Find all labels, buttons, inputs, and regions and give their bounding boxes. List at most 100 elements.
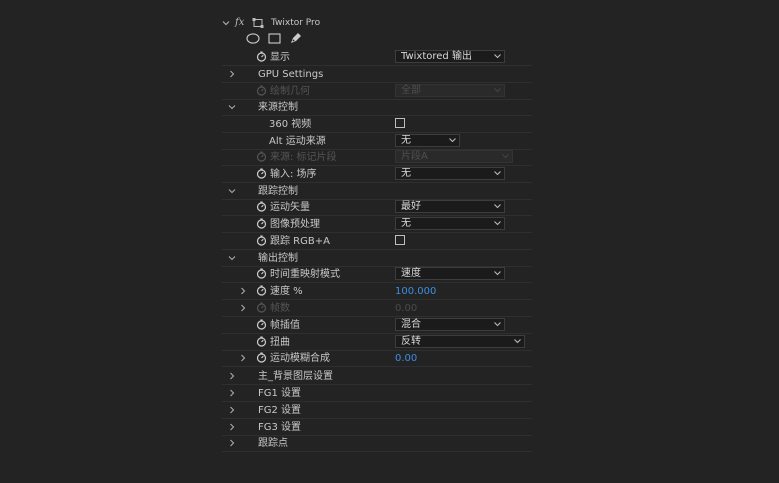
- chevron-down-icon[interactable]: [222, 19, 230, 27]
- param-row-trackpts[interactable]: 跟踪点: [222, 435, 532, 452]
- param-row-main_bg[interactable]: 主_背景图层设置: [222, 368, 532, 385]
- stopwatch-icon[interactable]: [256, 168, 267, 179]
- param-number[interactable]: 0.00: [395, 352, 417, 365]
- param-label: FG3 设置: [258, 422, 302, 433]
- chevron-down-icon: [494, 203, 501, 209]
- param-label: 输入: 场序: [270, 169, 317, 180]
- stopwatch-icon[interactable]: [256, 352, 267, 363]
- param-label: 运动模糊合成: [270, 353, 330, 364]
- stopwatch-icon[interactable]: [256, 336, 267, 347]
- chevron-down-icon: [514, 338, 521, 344]
- dropdown-value: 无: [401, 135, 411, 146]
- chevron-down-icon[interactable]: [228, 254, 236, 262]
- param-row-fg3[interactable]: FG3 设置: [222, 419, 532, 436]
- dropdown-value: 反转: [401, 336, 421, 347]
- param-label: GPU Settings: [258, 69, 324, 80]
- chevron-right-icon[interactable]: [228, 389, 236, 397]
- param-label: 主_背景图层设置: [258, 371, 333, 382]
- param-dropdown[interactable]: 速度: [395, 267, 505, 280]
- param-dropdown[interactable]: 无: [395, 167, 505, 180]
- param-row-warp[interactable]: 扭曲 反转: [222, 334, 532, 351]
- dropdown-value: 片段A: [401, 151, 428, 162]
- param-row-input_field[interactable]: 输入: 场序 无: [222, 166, 532, 183]
- param-row-fg1[interactable]: FG1 设置: [222, 385, 532, 402]
- stopwatch-icon[interactable]: [256, 235, 267, 246]
- param-checkbox[interactable]: [395, 118, 405, 128]
- param-row-out_ctrl[interactable]: 输出控制: [222, 250, 532, 267]
- param-dropdown: 片段A: [395, 150, 513, 163]
- chevron-right-icon[interactable]: [239, 287, 247, 295]
- param-row-display[interactable]: 显示 Twixtored 输出: [222, 49, 532, 66]
- param-row-source_ctrl[interactable]: 来源控制: [222, 99, 532, 116]
- param-label: 360 视频: [269, 119, 312, 130]
- param-label: 跟踪 RGB+A: [270, 236, 330, 247]
- param-dropdown[interactable]: 最好: [395, 200, 505, 213]
- param-label: 输出控制: [258, 253, 298, 264]
- param-dropdown[interactable]: 反转: [395, 335, 525, 348]
- chevron-right-icon[interactable]: [228, 423, 236, 431]
- param-row-alt_src[interactable]: Alt 运动来源 无: [222, 133, 532, 150]
- param-number[interactable]: 100.000: [395, 285, 436, 298]
- chevron-down-icon: [494, 170, 501, 176]
- param-dropdown[interactable]: 无: [395, 217, 505, 230]
- effect-controls-panel: fx Twixtor Pro 显示 Twixtored 输出 GPU Setting…: [0, 0, 779, 483]
- param-number: 0.00: [395, 303, 418, 314]
- param-dropdown[interactable]: 混合: [395, 318, 505, 331]
- chevron-right-icon[interactable]: [239, 354, 247, 362]
- param-label: 运动矢量: [270, 202, 310, 213]
- chevron-down-icon: [494, 270, 501, 276]
- chevron-right-icon[interactable]: [228, 406, 236, 414]
- param-row-speed[interactable]: 速度 % 100.000: [222, 283, 532, 300]
- ellipse-mask-icon[interactable]: [246, 33, 260, 44]
- chevron-right-icon[interactable]: [239, 304, 247, 312]
- pen-mask-icon[interactable]: [289, 32, 302, 45]
- param-row-track_rgba[interactable]: 跟踪 RGB+A: [222, 233, 532, 250]
- param-dropdown[interactable]: 无: [395, 134, 460, 147]
- effect-name: Twixtor Pro: [271, 18, 321, 28]
- stopwatch-icon[interactable]: [256, 218, 267, 229]
- effect-header[interactable]: fx Twixtor Pro: [222, 15, 532, 32]
- param-row-track_ctrl[interactable]: 跟踪控制: [222, 183, 532, 200]
- chevron-down-icon[interactable]: [228, 103, 236, 111]
- rectangle-mask-icon[interactable]: [268, 33, 281, 44]
- param-row-motion_vec[interactable]: 运动矢量 最好: [222, 199, 532, 216]
- param-dropdown[interactable]: Twixtored 输出: [395, 50, 505, 63]
- param-label: 来源: 标记片段: [270, 152, 337, 163]
- fx-icon[interactable]: fx: [235, 16, 244, 29]
- stopwatch-icon: [256, 85, 267, 96]
- param-checkbox[interactable]: [395, 235, 405, 245]
- param-row-gpu[interactable]: GPU Settings: [222, 66, 532, 83]
- chevron-down-icon: [494, 87, 501, 93]
- stopwatch-icon[interactable]: [256, 319, 267, 330]
- stopwatch-icon[interactable]: [256, 268, 267, 279]
- param-row-src_mark[interactable]: 来源: 标记片段 片段A: [222, 149, 532, 166]
- param-row-interp[interactable]: 帧插值 混合: [222, 317, 532, 334]
- stopwatch-icon[interactable]: [256, 285, 267, 296]
- stopwatch-icon[interactable]: [256, 51, 267, 62]
- chevron-right-icon[interactable]: [228, 439, 236, 447]
- dropdown-value: 速度: [401, 268, 421, 279]
- dropdown-value: 无: [401, 168, 411, 179]
- param-row-remap_mode[interactable]: 时间重映射模式 速度: [222, 266, 532, 283]
- param-label: 帧插值: [270, 320, 300, 331]
- dropdown-value: 最好: [401, 201, 421, 212]
- param-row-draw_geom[interactable]: 绘制几何 全部: [222, 83, 532, 100]
- param-row-mblur[interactable]: 运动模糊合成 0.00: [222, 350, 532, 367]
- stopwatch-icon[interactable]: [256, 201, 267, 212]
- param-row-fg2[interactable]: FG2 设置: [222, 402, 532, 419]
- param-row-v360[interactable]: 360 视频: [222, 116, 532, 133]
- chevron-right-icon[interactable]: [228, 372, 236, 380]
- param-row-frame[interactable]: 帧数 0.00: [222, 300, 532, 317]
- param-label: Alt 运动来源: [269, 136, 326, 147]
- param-label: 时间重映射模式: [270, 269, 340, 280]
- transform-box-icon[interactable]: [252, 18, 264, 28]
- chevron-down-icon: [494, 321, 501, 327]
- chevron-right-icon[interactable]: [228, 70, 236, 78]
- param-label: 绘制几何: [270, 86, 310, 97]
- chevron-down-icon[interactable]: [228, 187, 236, 195]
- param-label: 图像预处理: [270, 219, 320, 230]
- param-row-img_pre[interactable]: 图像预处理 无: [222, 216, 532, 233]
- param-label: 跟踪点: [258, 438, 288, 449]
- stopwatch-icon: [256, 151, 267, 162]
- chevron-down-icon: [494, 53, 501, 59]
